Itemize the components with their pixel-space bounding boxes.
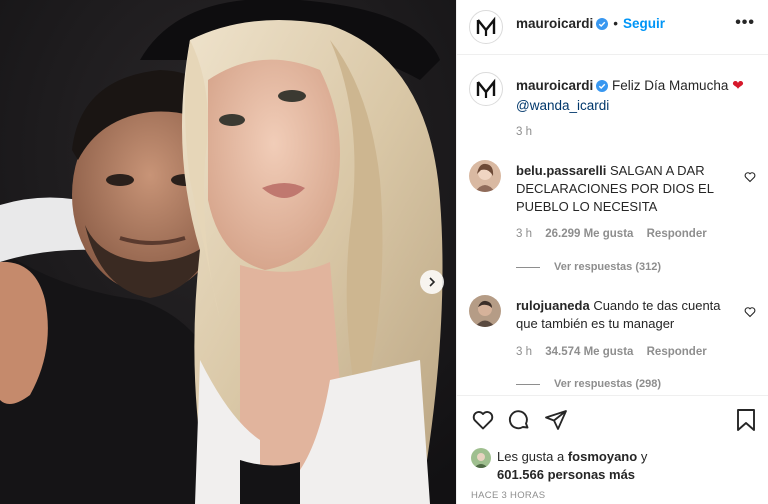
comment-text: belu.passarelli SALGAN A DAR DECLARACION… — [516, 162, 721, 216]
caption-author-username[interactable]: mauroicardi — [516, 78, 593, 93]
more-options-button[interactable]: ••• — [735, 14, 755, 32]
liker-username[interactable]: fosmoyano — [568, 449, 637, 464]
next-photo-button[interactable] — [420, 270, 444, 294]
comment-timestamp: 3 h — [516, 228, 532, 240]
comment-reply-button[interactable]: Responder — [647, 346, 707, 358]
chevron-right-icon — [429, 277, 436, 287]
comment-like-button[interactable] — [744, 305, 756, 323]
likes-prefix: Les gusta a — [497, 449, 565, 464]
comment-timestamp: 3 h — [516, 346, 532, 358]
mi-logo-icon — [472, 75, 500, 103]
caption-author-avatar[interactable] — [469, 72, 503, 106]
view-replies-button[interactable]: Ver respuestas (312) — [516, 261, 661, 273]
likes-conjunction: y — [640, 449, 648, 464]
photo-illustration — [0, 0, 456, 504]
post-timestamp[interactable]: HACE 3 HORAS — [471, 490, 545, 501]
heart-icon — [744, 307, 756, 318]
paper-plane-icon — [545, 410, 567, 430]
header-user-line: mauroicardi • Seguir — [516, 16, 665, 33]
comment-button[interactable] — [507, 408, 531, 437]
post-actions: Les gusta a fosmoyano y 601.566 personas… — [457, 395, 768, 504]
author-avatar[interactable] — [469, 10, 503, 44]
view-replies-label: Ver respuestas (312) — [554, 261, 662, 273]
bookmark-icon — [737, 409, 755, 431]
view-replies-button[interactable]: Ver respuestas (298) — [516, 378, 661, 390]
post-header: mauroicardi • Seguir ••• — [457, 0, 768, 55]
post-side-panel: mauroicardi • Seguir ••• mauroicardi Feli… — [456, 0, 768, 504]
commenter-username[interactable]: belu.passarelli — [516, 163, 606, 178]
comment-likes-count[interactable]: 26.299 Me gusta — [545, 228, 633, 240]
heart-icon — [744, 172, 756, 183]
caption-message: Feliz Día Mamucha — [612, 78, 729, 93]
view-replies-label: Ver respuestas (298) — [554, 378, 662, 390]
save-button[interactable] — [735, 408, 757, 437]
like-button[interactable] — [471, 408, 495, 437]
likes-text: Les gusta a fosmoyano y 601.566 personas… — [497, 448, 737, 484]
comment-text: rulojuaneda Cuando te das cuenta que tam… — [516, 297, 721, 333]
author-username[interactable]: mauroicardi — [516, 16, 593, 31]
comment-reply-button[interactable]: Responder — [647, 228, 707, 240]
follow-button[interactable]: Seguir — [623, 16, 665, 31]
comment-likes-count[interactable]: 34.574 Me gusta — [545, 346, 633, 358]
replies-divider-line — [516, 266, 540, 268]
comment-like-button[interactable] — [744, 170, 756, 188]
caption-mention-link[interactable]: @wanda_icardi — [516, 98, 609, 113]
commenter-username[interactable]: rulojuaneda — [516, 298, 590, 313]
verified-badge-icon — [596, 79, 609, 97]
commenter-avatar[interactable] — [469, 160, 501, 192]
verified-badge-icon — [596, 18, 609, 33]
heart-icon — [472, 411, 494, 430]
mi-logo-icon — [472, 13, 500, 41]
post-photo — [0, 0, 456, 504]
red-heart-emoji: ❤ — [732, 77, 744, 93]
comment-meta: 3 h 34.574 Me gusta Responder — [516, 346, 717, 358]
separator-dot: • — [613, 16, 619, 31]
replies-divider-line — [516, 383, 540, 385]
comment-meta: 3 h 26.299 Me gusta Responder — [516, 228, 717, 240]
likes-count[interactable]: 601.566 personas más — [497, 467, 635, 482]
comment-bubble-icon — [508, 410, 529, 430]
caption-text: mauroicardi Feliz Día Mamucha ❤ @wanda_i… — [516, 76, 756, 115]
share-button[interactable] — [544, 408, 568, 437]
commenter-avatar[interactable] — [469, 295, 501, 327]
caption-timestamp: 3 h — [516, 126, 532, 138]
liker-avatar[interactable] — [471, 448, 491, 468]
